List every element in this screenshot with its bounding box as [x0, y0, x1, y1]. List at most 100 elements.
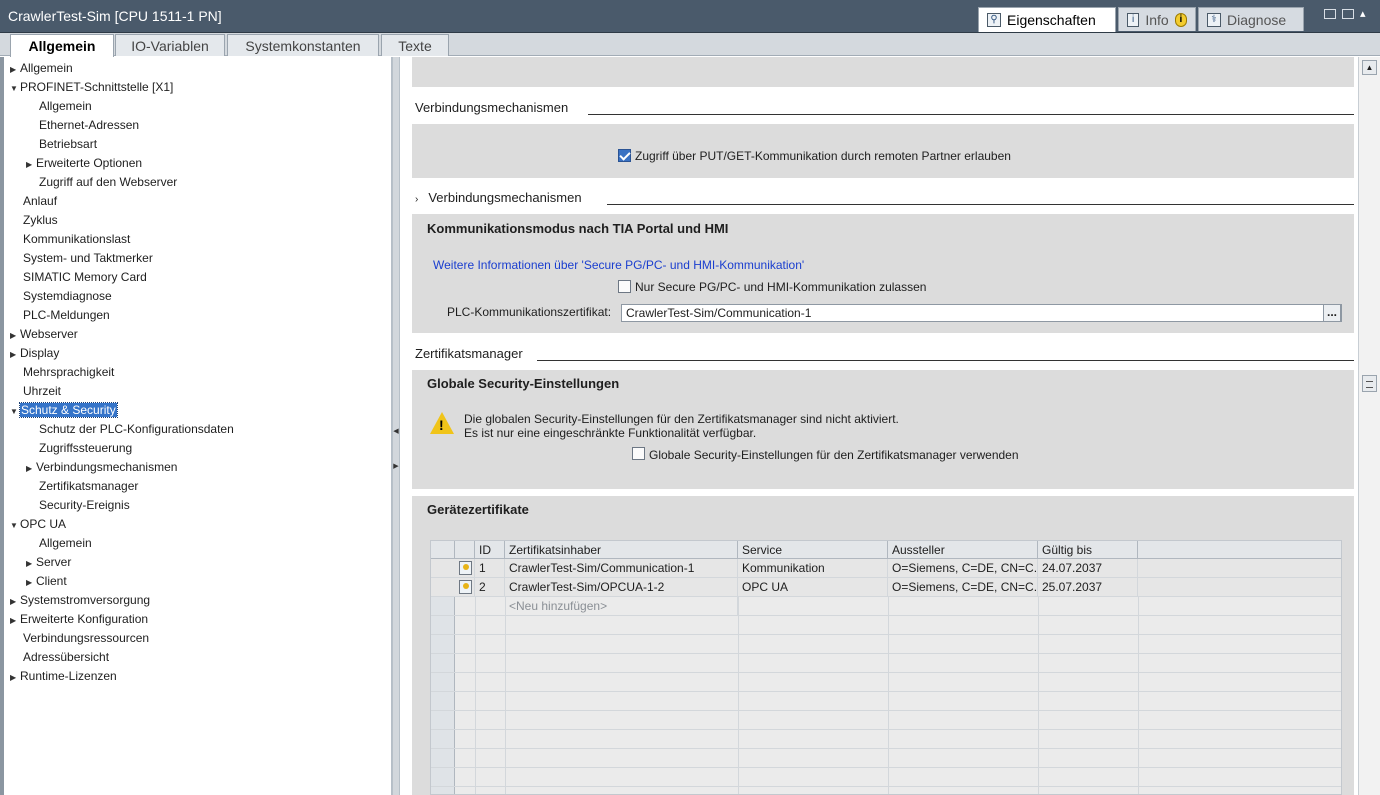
header-owner[interactable]: Zertifikatsinhaber: [505, 541, 738, 559]
tree-item-systemdiagnose[interactable]: Systemdiagnose: [23, 287, 112, 305]
warning-badge-icon: i: [1174, 12, 1187, 27]
global-security-checkbox[interactable]: [632, 447, 645, 460]
tree-item-allgemein[interactable]: ▶ Allgemein: [10, 59, 73, 77]
expand-arrow-icon[interactable]: ▶: [10, 346, 20, 364]
tree-item-zyklus[interactable]: Zyklus: [23, 211, 58, 229]
property-tabs: Allgemein IO-Variablen Systemkonstanten …: [0, 33, 1380, 57]
tree-item-schutz-konfig[interactable]: Schutz der PLC-Konfigurationsdaten: [39, 420, 234, 438]
table-row[interactable]: 2 CrawlerTest-Sim/OPCUA-1-2 OPC UA O=Sie…: [431, 578, 1341, 597]
tree-item-uhrzeit[interactable]: Uhrzeit: [23, 382, 61, 400]
expand-arrow-icon[interactable]: ▶: [26, 460, 36, 478]
global-security-label: Globale Security-Einstellungen für den Z…: [649, 448, 1019, 462]
tree-item-webserver[interactable]: ▶ Webserver: [10, 325, 78, 343]
panel-splitter[interactable]: ◀ ▶: [392, 57, 400, 795]
header-service[interactable]: Service: [738, 541, 888, 559]
expand-arrow-icon[interactable]: ▶: [10, 612, 20, 630]
window-title: CrawlerTest-Sim [CPU 1511-1 PN]: [8, 8, 222, 24]
secure-only-label: Nur Secure PG/PC- und HMI-Kommunikation …: [635, 280, 927, 294]
tree-item-mehrsprachigkeit[interactable]: Mehrsprachigkeit: [23, 363, 114, 381]
tree-item-zertifikatsmanager[interactable]: Zertifikatsmanager: [39, 477, 138, 495]
tree-item-erweiterte-optionen[interactable]: ▶ Erweiterte Optionen: [26, 154, 142, 172]
tree-item-client[interactable]: ▶ Client: [26, 572, 67, 590]
tree-item-memory-card[interactable]: SIMATIC Memory Card: [23, 268, 147, 286]
valid-cell: 24.07.2037: [1038, 559, 1138, 578]
certificate-icon: [459, 580, 472, 594]
tree-item-anlauf[interactable]: Anlauf: [23, 192, 57, 210]
warning-line1: Die globalen Security-Einstellungen für …: [464, 412, 899, 426]
plc-cert-field[interactable]: CrawlerTest-Sim/Communication-1 ...: [621, 304, 1342, 322]
collapse-left-icon[interactable]: ◀: [393, 427, 399, 435]
tree-item-ethernet-adressen[interactable]: Ethernet-Adressen: [39, 116, 139, 134]
tree-item-taktmerker[interactable]: System- und Taktmerker: [23, 249, 153, 267]
tree-item-zugriff-webserver[interactable]: Zugriff auf den Webserver: [39, 173, 177, 191]
tree-item-kommunikationslast[interactable]: Kommunikationslast: [23, 230, 130, 248]
tree-item-verbindungsmechanismen[interactable]: ▶ Verbindungsmechanismen: [26, 458, 177, 476]
tree-item-zugriffssteuerung[interactable]: Zugriffssteuerung: [39, 439, 132, 457]
close-icon[interactable]: ▴: [1360, 9, 1370, 21]
tree-item-profinet[interactable]: ▼ PROFINET-Schnittstelle [X1]: [10, 78, 173, 96]
empty-row: [431, 730, 1341, 749]
tree-item-opcua-allgemein[interactable]: Allgemein: [39, 534, 92, 552]
putget-box: Zugriff über PUT/GET-Kommunikation durch…: [412, 124, 1354, 178]
expand-arrow-icon[interactable]: ▶: [10, 327, 20, 345]
tree-item-server[interactable]: ▶ Server: [26, 553, 71, 571]
tab-allgemein[interactable]: Allgemein: [10, 34, 114, 57]
table-row[interactable]: 1 CrawlerTest-Sim/Communication-1 Kommun…: [431, 559, 1341, 578]
add-new-placeholder[interactable]: <Neu hinzufügen>: [505, 597, 738, 616]
tab-diagnose[interactable]: ⚕ Diagnose: [1198, 7, 1304, 31]
expand-arrow-icon[interactable]: ▶: [26, 555, 36, 573]
tree-item-betriebsart[interactable]: Betriebsart: [39, 135, 97, 153]
tree-item-adressuebersicht[interactable]: Adressübersicht: [23, 648, 109, 666]
collapse-arrow-icon[interactable]: ▼: [10, 517, 20, 535]
header-valid[interactable]: Gültig bis: [1038, 541, 1138, 559]
expand-right-icon[interactable]: ▶: [393, 462, 399, 470]
tab-texte[interactable]: Texte: [381, 34, 449, 56]
expand-arrow-icon[interactable]: ▶: [10, 61, 20, 79]
putget-checkbox[interactable]: [618, 149, 631, 162]
tree-item-schutz-security[interactable]: ▼ Schutz & Security: [10, 401, 118, 421]
tab-systemkonstanten[interactable]: Systemkonstanten: [227, 34, 379, 56]
add-row[interactable]: <Neu hinzufügen>: [431, 597, 1341, 616]
expand-arrow-icon[interactable]: ▶: [26, 574, 36, 592]
box-title-global-security: Globale Security-Einstellungen: [427, 376, 620, 391]
scroll-up-icon[interactable]: ▲: [1362, 60, 1377, 75]
vertical-scrollbar[interactable]: ▲: [1358, 57, 1380, 795]
expand-arrow-icon[interactable]: ›: [415, 194, 418, 205]
tree-item-security-ereignis[interactable]: Security-Ereignis: [39, 496, 130, 514]
putget-label: Zugriff über PUT/GET-Kommunikation durch…: [635, 149, 1011, 163]
tree-item-profinet-allgemein[interactable]: Allgemein: [39, 97, 92, 115]
tree-item-erweiterte-konfiguration[interactable]: ▶ Erweiterte Konfiguration: [10, 610, 148, 628]
table-header: ID Zertifikatsinhaber Service Aussteller…: [431, 541, 1341, 559]
minimize-icon[interactable]: [1342, 9, 1354, 19]
expand-arrow-icon[interactable]: ▶: [10, 593, 20, 611]
tree-item-systemstromversorgung[interactable]: ▶ Systemstromversorgung: [10, 591, 150, 609]
tree-item-display[interactable]: ▶ Display: [10, 344, 59, 362]
tab-io-variablen[interactable]: IO-Variablen: [115, 34, 225, 56]
global-security-box: Globale Security-Einstellungen ! Die glo…: [412, 370, 1354, 489]
collapse-arrow-icon[interactable]: ▼: [10, 80, 20, 98]
owner-cell: CrawlerTest-Sim/Communication-1: [505, 559, 738, 578]
header-issuer[interactable]: Aussteller: [888, 541, 1038, 559]
secure-only-checkbox[interactable]: [618, 280, 631, 293]
empty-row: [431, 749, 1341, 768]
issuer-cell: O=Siemens, C=DE, CN=C...: [888, 578, 1038, 597]
tab-eigenschaften[interactable]: ⚲ Eigenschaften: [978, 7, 1116, 32]
tab-info[interactable]: i Info i: [1118, 7, 1196, 31]
section-divider: [537, 360, 1354, 361]
expand-arrow-icon[interactable]: ▶: [26, 156, 36, 174]
tree-item-opc-ua[interactable]: ▼ OPC UA: [10, 515, 66, 533]
header-id[interactable]: ID: [475, 541, 505, 559]
secure-info-link[interactable]: Weitere Informationen über 'Secure PG/PC…: [433, 258, 804, 272]
section-header-verbindungsmechanismen-2[interactable]: › Verbindungsmechanismen: [415, 190, 582, 205]
restore-icon[interactable]: [1324, 9, 1336, 19]
tree-item-runtime-lizenzen[interactable]: ▶ Runtime-Lizenzen: [10, 667, 117, 685]
browse-button[interactable]: ...: [1323, 304, 1341, 322]
tree-item-verbindungsressourcen[interactable]: Verbindungsressourcen: [23, 629, 149, 647]
service-cell: OPC UA: [738, 578, 888, 597]
cert-label: PLC-Kommunikationszertifikat:: [447, 305, 612, 319]
empty-row: [431, 711, 1341, 730]
scroll-thumb[interactable]: [1362, 375, 1377, 392]
tree-item-plc-meldungen[interactable]: PLC-Meldungen: [23, 306, 110, 324]
collapse-arrow-icon[interactable]: ▼: [10, 403, 20, 421]
expand-arrow-icon[interactable]: ▶: [10, 669, 20, 687]
